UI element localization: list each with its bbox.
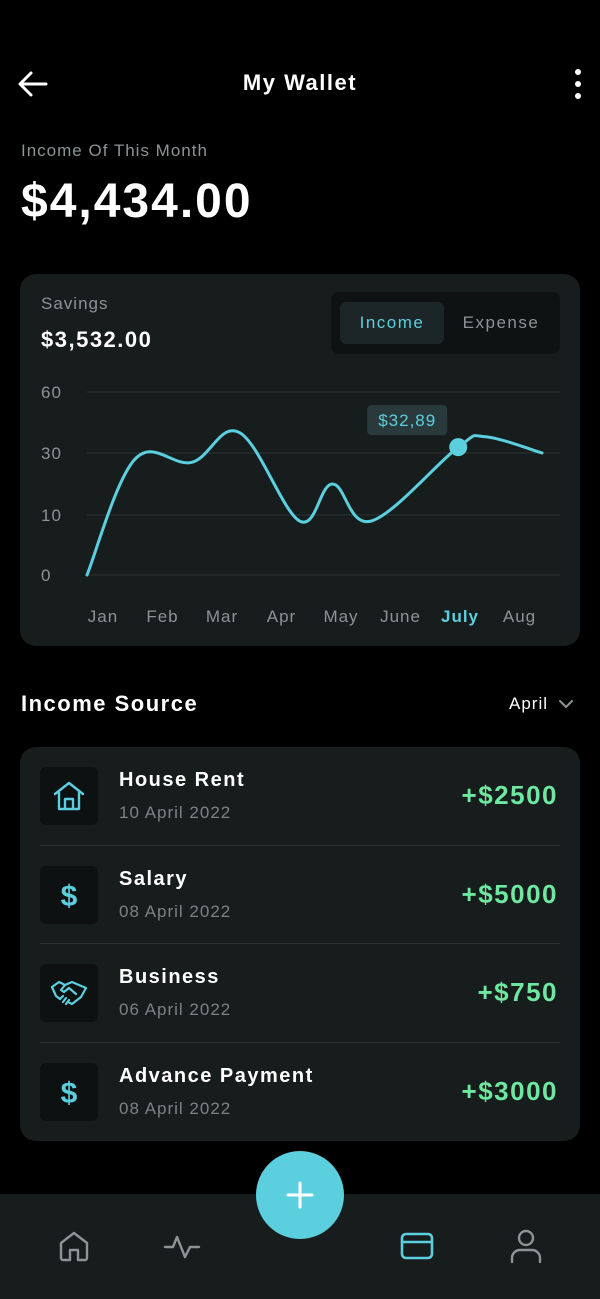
item-date: 10 April 2022	[119, 803, 232, 822]
svg-text:$: $	[61, 1077, 78, 1109]
nav-profile[interactable]	[506, 1226, 546, 1266]
nav-home[interactable]	[54, 1226, 94, 1266]
dollar-icon-box: $	[40, 1062, 98, 1121]
house-icon	[53, 781, 85, 811]
page-title: My Wallet	[242, 70, 358, 95]
list-item[interactable]: $ Salary 08 April 2022 +$5000	[40, 846, 560, 944]
more-options-button[interactable]	[566, 68, 590, 100]
savings-label: Savings	[41, 294, 109, 313]
item-title: Advance Payment	[119, 1064, 314, 1087]
dollar-icon: $	[61, 1077, 78, 1109]
svg-text:$: $	[61, 880, 78, 912]
income-source-title: Income Source	[21, 691, 199, 716]
expense-tab[interactable]: Expense	[451, 302, 551, 344]
list-item[interactable]: House Rent 10 April 2022 +$2500	[40, 747, 560, 846]
nav-wallet[interactable]	[397, 1226, 437, 1266]
wallet-card-icon	[400, 1232, 434, 1260]
income-source-list: House Rent 10 April 2022 +$2500 $ Salary…	[20, 747, 580, 1141]
item-amount: +$750	[477, 977, 558, 1007]
list-item[interactable]: Business 06 April 2022 +$750	[40, 944, 560, 1043]
dollar-icon-box: $	[40, 865, 98, 924]
add-button[interactable]	[256, 1151, 344, 1239]
nav-activity[interactable]	[162, 1226, 202, 1266]
handshake-icon	[50, 980, 88, 1006]
month-dropdown[interactable]: April	[509, 694, 574, 714]
dollar-icon: $	[61, 880, 78, 912]
item-amount: +$3000	[461, 1075, 558, 1106]
user-icon	[510, 1229, 542, 1264]
list-item[interactable]: $ Advance Payment 08 April 2022 +$3000	[40, 1043, 560, 1142]
item-date: 08 April 2022	[119, 1098, 232, 1118]
house-icon-box	[40, 767, 98, 825]
item-title: Business	[119, 966, 220, 988]
home-icon	[59, 1231, 89, 1262]
income-label: Income Of This Month	[21, 141, 208, 160]
month-dropdown-value: April	[509, 694, 549, 713]
item-amount: +$2500	[461, 780, 558, 810]
savings-amount: $3,532.00	[41, 327, 153, 352]
income-expense-toggle: Income Expense	[331, 292, 560, 354]
chevron-down-icon	[559, 700, 574, 708]
income-amount: $4,434.00	[21, 175, 253, 228]
handshake-icon-box	[40, 964, 98, 1022]
item-title: Salary	[119, 867, 189, 890]
activity-icon	[163, 1235, 201, 1259]
plus-icon	[286, 1181, 314, 1209]
item-date: 08 April 2022	[119, 901, 232, 921]
more-vertical-icon	[575, 69, 581, 99]
item-title: House Rent	[119, 769, 246, 791]
income-tab[interactable]: Income	[340, 302, 444, 344]
item-date: 06 April 2022	[119, 1000, 232, 1019]
item-amount: +$5000	[461, 878, 558, 909]
